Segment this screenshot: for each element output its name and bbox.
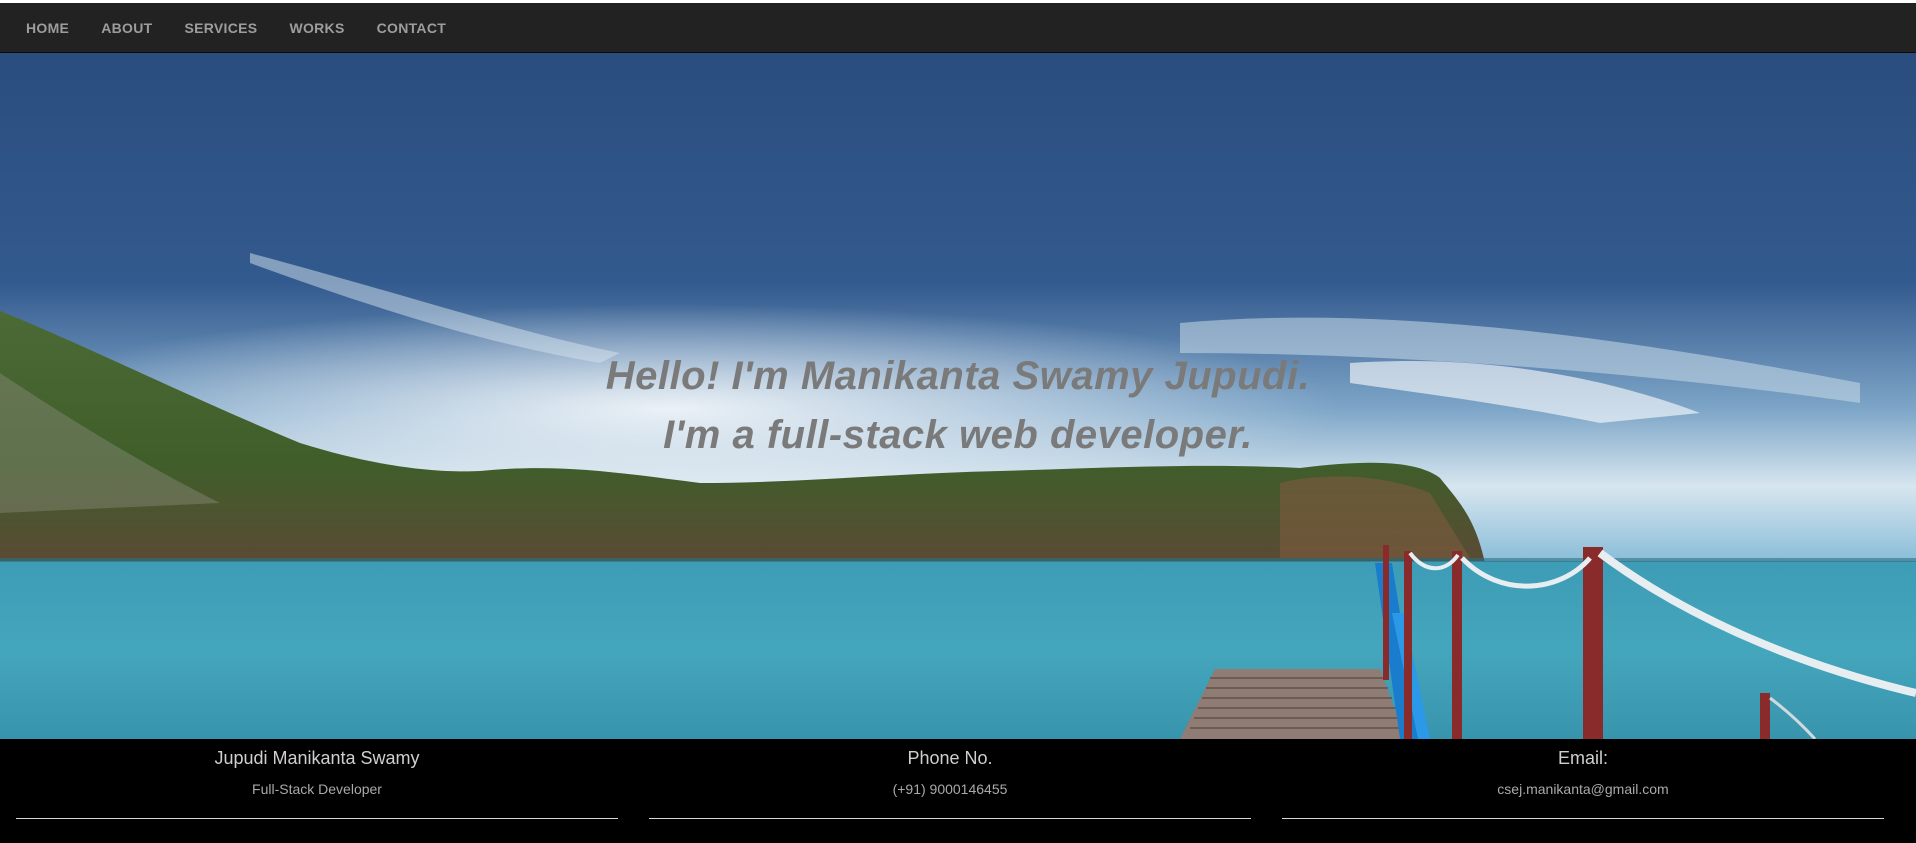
hero-section: Hello! I'm Manikanta Swamy Jupudi. I'm a… bbox=[0, 53, 1916, 739]
page: HOME ABOUT SERVICES WORKS CONTACT Hello!… bbox=[0, 0, 1916, 843]
footer-divider bbox=[1282, 818, 1884, 819]
nav-about-link[interactable]: ABOUT bbox=[85, 3, 168, 53]
footer-divider bbox=[16, 818, 618, 819]
footer-email-column: Email: csej.manikanta@gmail.com bbox=[1282, 739, 1884, 843]
footer-phone-heading: Phone No. bbox=[907, 748, 993, 768]
nav-contact-link[interactable]: CONTACT bbox=[361, 3, 463, 53]
hero-subheadline: I'm a full-stack web developer. bbox=[663, 413, 1253, 457]
footer-phone-number: (+91) 9000146455 bbox=[892, 781, 1008, 797]
top-navbar: HOME ABOUT SERVICES WORKS CONTACT bbox=[0, 3, 1916, 53]
footer-phone-column: Phone No. (+91) 9000146455 bbox=[649, 739, 1251, 843]
nav-services-link[interactable]: SERVICES bbox=[168, 3, 273, 53]
nav-menu: HOME ABOUT SERVICES WORKS CONTACT bbox=[0, 3, 1916, 53]
hero-headline: Hello! I'm Manikanta Swamy Jupudi. bbox=[605, 354, 1311, 398]
footer-email-address: csej.manikanta@gmail.com bbox=[1497, 781, 1669, 797]
footer-name-column: Jupudi Manikanta Swamy Full-Stack Develo… bbox=[16, 739, 618, 843]
footer-divider bbox=[649, 818, 1251, 819]
nav-home-link[interactable]: HOME bbox=[10, 3, 85, 53]
footer-name-heading: Jupudi Manikanta Swamy bbox=[214, 748, 420, 768]
footer-email-heading: Email: bbox=[1557, 748, 1608, 768]
nav-works-link[interactable]: WORKS bbox=[273, 3, 360, 53]
footer-role-text: Full-Stack Developer bbox=[252, 781, 382, 797]
footer: Jupudi Manikanta Swamy Full-Stack Develo… bbox=[0, 739, 1916, 843]
